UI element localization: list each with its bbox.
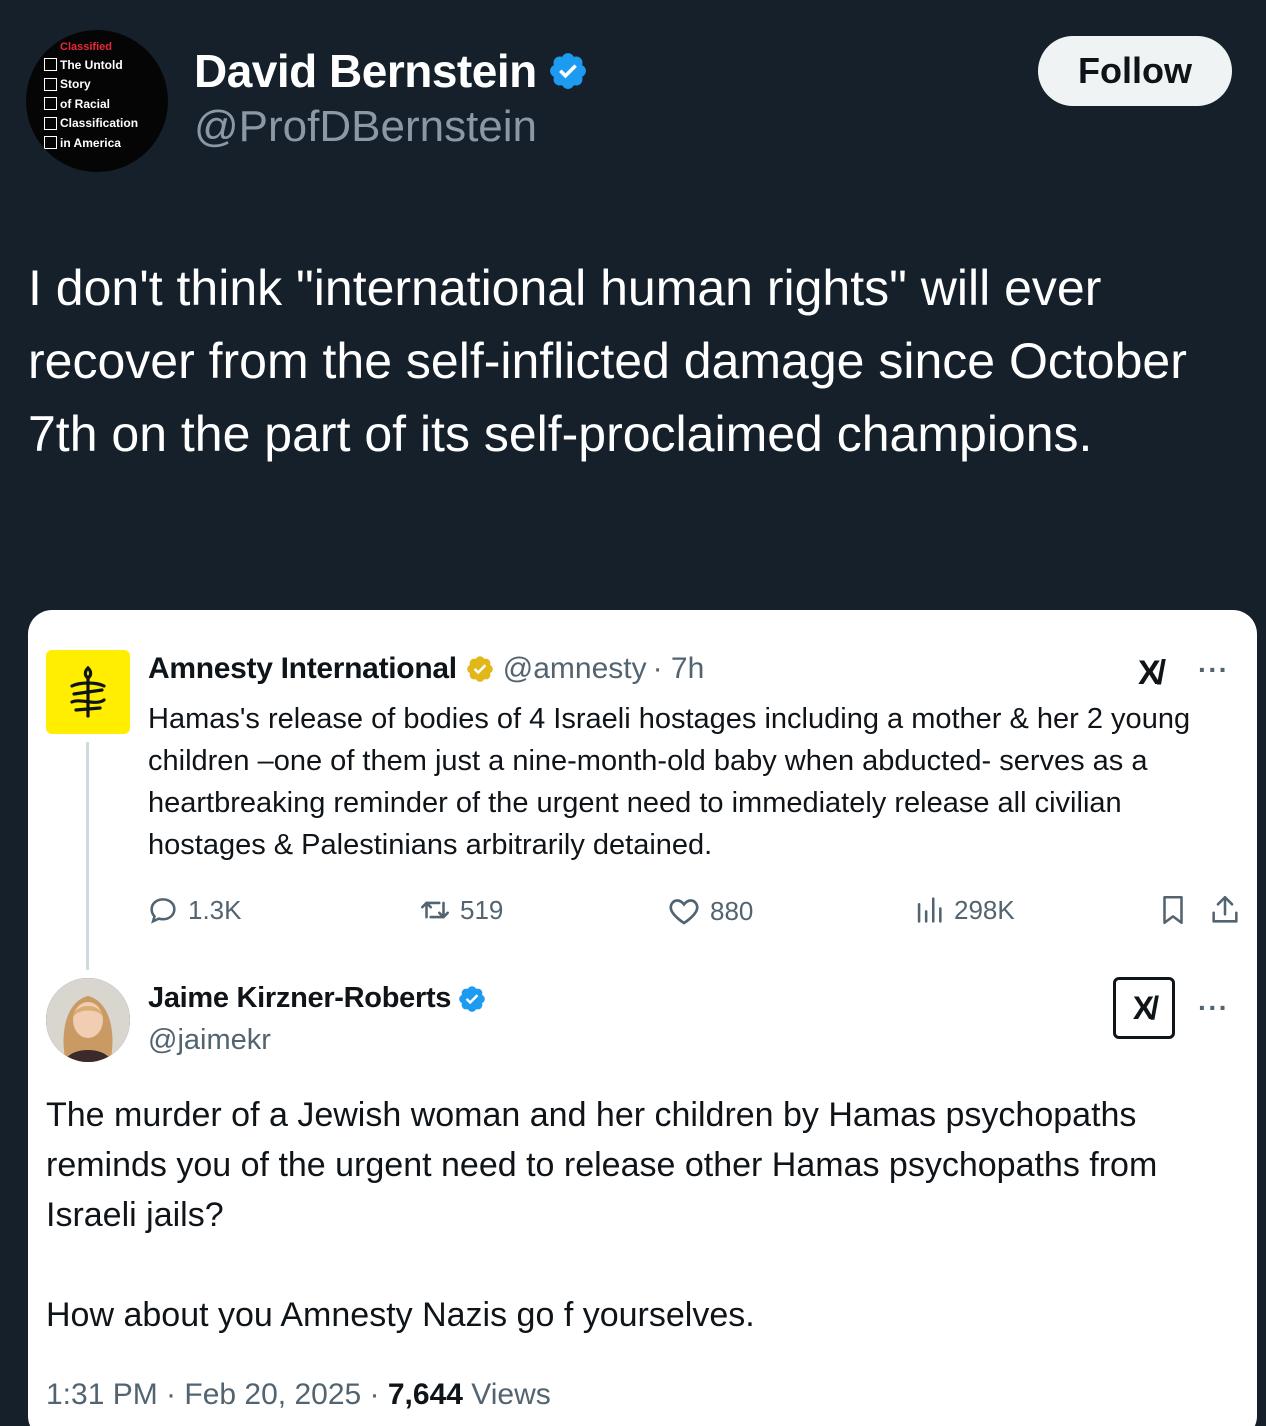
book-line: Story <box>44 75 164 95</box>
tweet-text: I don't think "international human right… <box>28 260 1187 462</box>
repost-action: 519 <box>418 893 503 927</box>
x-logo-icon: X/ <box>1113 977 1175 1039</box>
more-icon: ··· <box>1198 992 1229 1023</box>
amnesty-candle-icon <box>70 665 106 718</box>
book-line: Classification <box>44 114 164 134</box>
reply-count: 1.3K <box>188 894 242 925</box>
jaime-handle: @jaimekr <box>148 1024 271 1056</box>
amnesty-post-text: Hamas's release of bodies of 4 Israeli h… <box>148 703 1191 861</box>
reply-action: 1.3K <box>146 893 242 927</box>
book-line-text: Story <box>60 77 91 92</box>
bookmark-action <box>1156 893 1198 927</box>
quoted-image-card[interactable]: Amnesty International @amnesty · 7h X/ ·… <box>28 610 1257 1426</box>
post-views-label: Views <box>462 1378 551 1411</box>
author-name-row: David Bernstein <box>194 44 589 98</box>
book-line-text: Classification <box>60 116 139 131</box>
book-line: The Untold <box>44 55 164 75</box>
like-icon <box>669 899 699 925</box>
amnesty-time: · 7h <box>652 652 705 685</box>
jaime-post-paragraph-1: The murder of a Jewish woman and her chi… <box>46 1096 1158 1234</box>
jaime-name-row: Jaime Kirzner-Roberts <box>148 982 487 1015</box>
share-icon <box>1212 895 1238 923</box>
views-icon <box>917 897 942 923</box>
jaime-post-meta: 1:31 PM · Feb 20, 2025 · 7,644 Views <box>46 1378 551 1412</box>
amnesty-action-bar: 1.3K 519 880 298K <box>146 893 1238 929</box>
more-icon: ··· <box>1198 654 1229 685</box>
person-photo-icon <box>46 978 130 1062</box>
book-line: of Racial <box>44 94 164 114</box>
like-count: 880 <box>710 895 754 926</box>
book-line-text: The Untold <box>60 57 123 72</box>
amnesty-avatar <box>46 650 130 734</box>
amnesty-name: Amnesty International <box>148 652 457 685</box>
share-action <box>1208 893 1250 927</box>
jaime-name: Jaime Kirzner-Roberts <box>148 982 452 1014</box>
follow-button[interactable]: Follow <box>1038 36 1232 106</box>
author-name[interactable]: David Bernstein <box>194 44 537 98</box>
repost-count: 519 <box>460 894 504 925</box>
author-handle[interactable]: @ProfDBernstein <box>194 102 589 152</box>
checkbox-icon <box>44 97 57 111</box>
gold-badge-icon <box>466 656 493 682</box>
verified-badge-icon <box>549 53 586 89</box>
author-avatar[interactable]: Classified The Untold Story of Racial Cl… <box>26 30 168 172</box>
jaime-post-text: The murder of a Jewish woman and her chi… <box>46 1090 1236 1340</box>
jaime-avatar <box>46 978 130 1062</box>
post-views-count: 7,644 <box>387 1378 463 1411</box>
like-action: 880 <box>666 893 753 929</box>
checkbox-icon <box>44 116 57 130</box>
reply-icon <box>150 898 176 924</box>
checkbox-icon <box>44 77 57 91</box>
checkbox-icon <box>44 58 57 72</box>
post-timestamp: 1:31 PM · Feb 20, 2025 · <box>46 1378 388 1411</box>
amnesty-handle: @amnesty <box>502 652 647 685</box>
x-logo-icon: X/ <box>1138 654 1166 692</box>
book-line-text: in America <box>60 135 121 150</box>
views-action: 298K <box>912 893 1015 927</box>
book-line: in America <box>44 133 164 153</box>
author-info: David Bernstein @ProfDBernstein <box>194 44 589 152</box>
checkbox-icon <box>44 136 57 150</box>
verified-badge-icon <box>459 985 485 1012</box>
amnesty-header: Amnesty International @amnesty · 7h <box>148 652 704 686</box>
views-count: 298K <box>954 894 1015 925</box>
book-line-text: of Racial <box>60 96 111 111</box>
book-red-title: Classified <box>60 41 112 53</box>
jaime-post-paragraph-2: How about you Amnesty Nazis go f yoursel… <box>46 1296 755 1334</box>
bookmark-icon <box>1163 895 1183 925</box>
avatar-book-cover: Classified The Untold Story of Racial Cl… <box>44 40 164 153</box>
repost-icon <box>420 901 450 919</box>
thread-connector-line <box>86 742 89 970</box>
